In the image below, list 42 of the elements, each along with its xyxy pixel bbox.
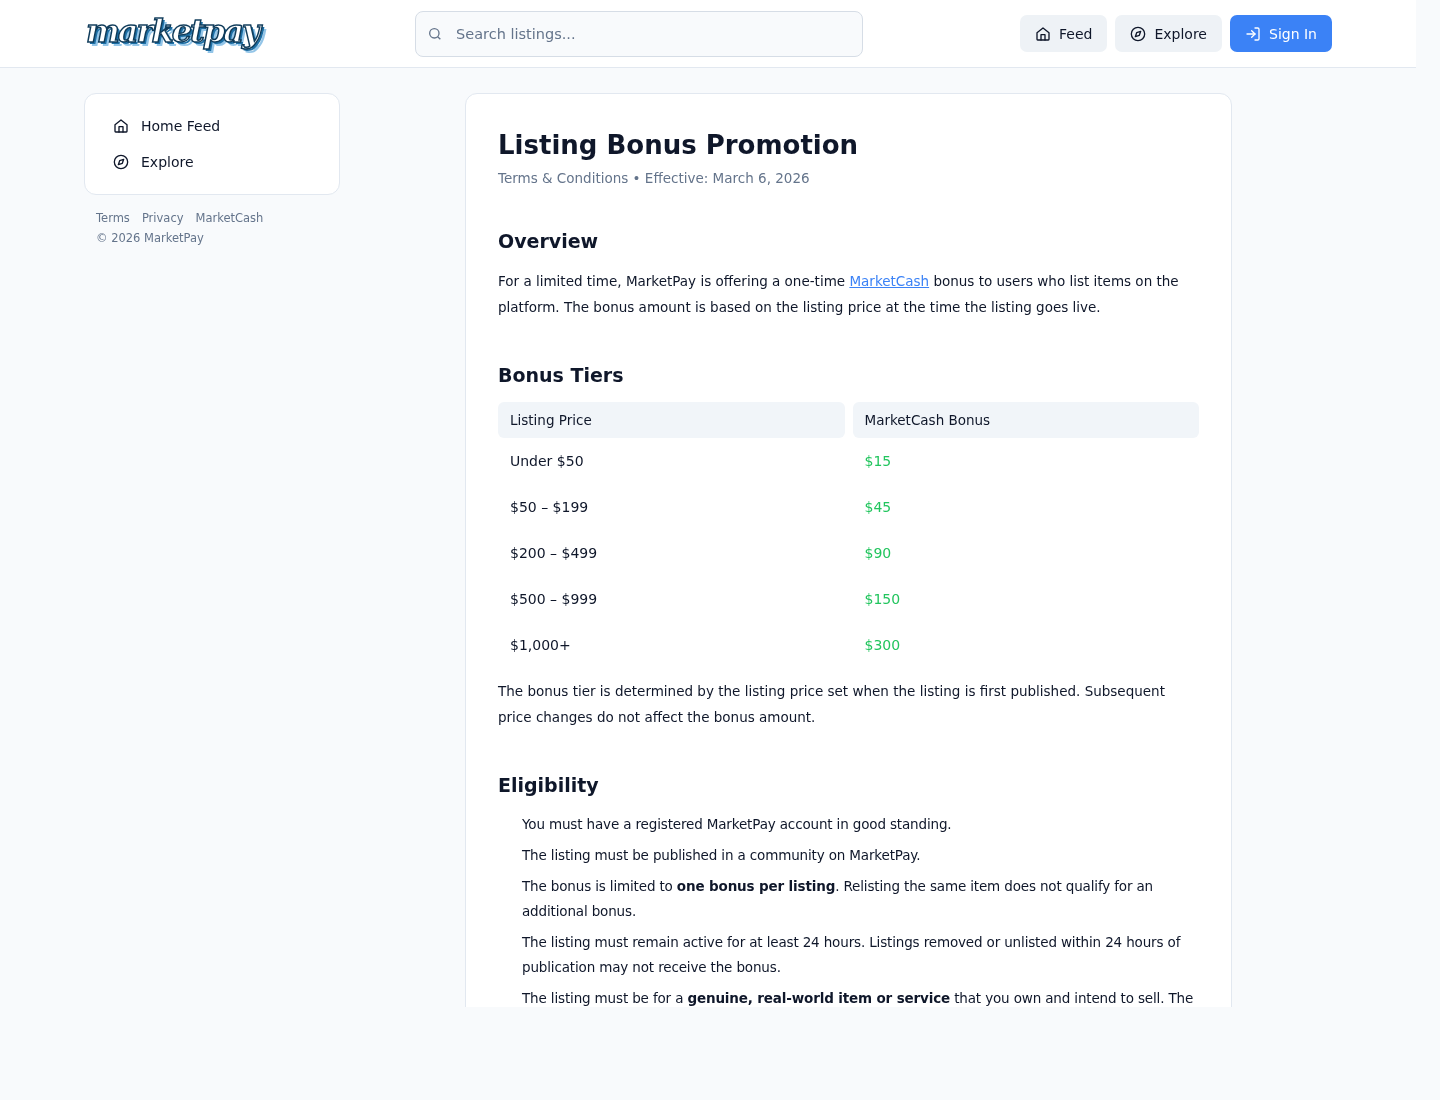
nav-link[interactable]: Home Feed [97, 108, 327, 144]
eligibility-item: The listing must remain active for at least 24 hours. Listings removed or unlisted within 24 hours of publication may not receive the bonus. [522, 933, 1182, 977]
footer-link[interactable]: Privacy [141, 211, 184, 225]
eligibility-item: The listing must be published in a community on MarketPay. [522, 846, 922, 865]
explore-button[interactable]: Explore [1115, 15, 1222, 52]
eligibility-item: The bonus is limited to one bonus per listing. Relisting the same item does not qualify for an additional bonus. [522, 877, 1154, 921]
compass-icon [1130, 25, 1147, 42]
marketcash-link[interactable]: MarketCash [849, 273, 930, 289]
home-icon [1035, 25, 1052, 42]
page-title: Listing Bonus Promotion [498, 130, 860, 160]
home-icon [113, 118, 129, 134]
search-field[interactable]: Search listings... [415, 10, 863, 57]
footer-link[interactable]: MarketCash [195, 211, 264, 225]
sign-in-icon [1245, 25, 1261, 42]
column-header: Listing Price [498, 402, 845, 438]
document-meta: Terms & Conditions • Effective: March 6, 2026 [498, 170, 811, 186]
search-icon [427, 25, 443, 42]
bonus-amount: $90 [863, 544, 893, 563]
bonus-amount: $45 [863, 498, 893, 517]
price-range: Under $50 [509, 452, 585, 471]
paragraph: The bonus tier is determined by the listing price set when the listing is first published. Subsequent price changes do not affect the bonus amount. [498, 682, 1166, 727]
section-heading: Eligibility [498, 774, 600, 796]
paragraph: For a limited time, MarketPay is offering a one-time MarketCash bonus to users who list items on the platform. The bonus amount is based on the listing price at the time the listing goes live. [498, 272, 1180, 317]
price-range: $200 – $499 [509, 544, 599, 563]
copyright-text: © 2026 MarketPay [95, 230, 205, 247]
feed-button[interactable]: Feed [1020, 15, 1108, 52]
logo-text[interactable]: marketpay [84, 9, 267, 58]
bonus-amount: $15 [863, 452, 893, 471]
eligibility-item: You must have a registered MarketPay account in good standing. [522, 815, 953, 834]
sign-in-button[interactable]: Sign In [1230, 15, 1332, 52]
nav-link[interactable]: Explore [97, 144, 327, 180]
price-range: $50 – $199 [509, 498, 590, 517]
price-range: $500 – $999 [509, 590, 599, 609]
section-heading: Bonus Tiers [498, 364, 625, 386]
footer-link[interactable]: Terms [96, 211, 130, 225]
compass-icon [113, 154, 129, 170]
price-range: $1,000+ [509, 636, 572, 655]
column-header: MarketCash Bonus [852, 402, 1199, 438]
bonus-amount: $150 [863, 590, 902, 609]
eligibility-item: The listing must be for a genuine, real-world item or service that you own and intend to sell. The [522, 989, 1195, 1007]
section-heading: Overview [498, 230, 600, 252]
bonus-amount: $300 [863, 636, 902, 655]
